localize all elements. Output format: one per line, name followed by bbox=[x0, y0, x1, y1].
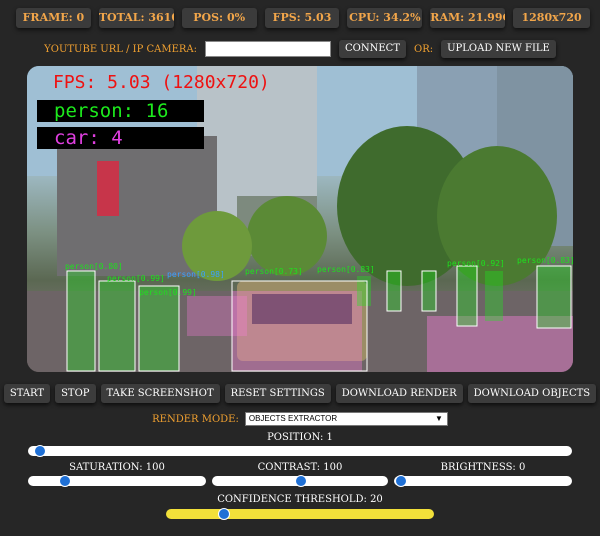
or-label: OR: bbox=[414, 43, 434, 55]
detection-label: person[0.83] bbox=[517, 256, 573, 265]
render-mode-row: RENDER MODE: OBJECTS EXTRACTOR ▼ bbox=[0, 412, 600, 426]
ram-stat: RAM: 21.99GB bbox=[430, 8, 506, 28]
render-mode-value: OBJECTS EXTRACTOR bbox=[248, 414, 338, 423]
detection-label: person[0.73] bbox=[245, 267, 303, 276]
render-mode-select[interactable]: OBJECTS EXTRACTOR ▼ bbox=[244, 412, 448, 426]
position-stat: POS: 0% bbox=[181, 8, 257, 28]
cpu-stat: CPU: 34.2% bbox=[347, 8, 423, 28]
confidence-slider-thumb[interactable] bbox=[218, 508, 231, 520]
resolution-stat: 1280x720 bbox=[513, 8, 590, 28]
render-mode-label: RENDER MODE: bbox=[152, 413, 239, 425]
url-label: YOUTUBE URL / IP CAMERA: bbox=[44, 43, 198, 55]
start-button[interactable]: START bbox=[3, 384, 51, 403]
contrast-slider[interactable] bbox=[212, 475, 388, 487]
confidence-label: CONFIDENCE THRESHOLD: 20 bbox=[217, 494, 383, 505]
frame-stat: FRAME: 0 bbox=[16, 8, 91, 28]
upload-file-button[interactable]: UPLOAD NEW FILE bbox=[441, 40, 556, 58]
fps-overlay: FPS: 5.03 (1280x720) bbox=[53, 72, 270, 93]
contrast-slider-thumb[interactable] bbox=[295, 475, 307, 487]
download-render-button[interactable]: DOWNLOAD RENDER bbox=[335, 384, 463, 403]
take-screenshot-button[interactable]: TAKE SCREENSHOT bbox=[100, 384, 220, 403]
detection-label: person[0.92] bbox=[447, 259, 505, 268]
total-stat: TOTAL: 36101 bbox=[98, 8, 174, 28]
position-slider-thumb[interactable] bbox=[34, 445, 47, 457]
video-canvas: FPS: 5.03 (1280x720) person: 16 car: 4 p… bbox=[27, 66, 573, 372]
position-slider[interactable] bbox=[28, 445, 572, 457]
brightness-label: BRIGHTNESS: 0 bbox=[440, 462, 526, 473]
detection-label: person[0.98] bbox=[167, 270, 225, 279]
reset-settings-button[interactable]: RESET SETTINGS bbox=[224, 384, 331, 403]
fps-stat: FPS: 5.03 bbox=[264, 8, 340, 28]
detection-label: person[0.99] bbox=[107, 274, 165, 283]
saturation-slider[interactable] bbox=[28, 475, 206, 487]
detection-label: person[0.99] bbox=[139, 288, 197, 297]
stats-bar: FRAME: 0 TOTAL: 36101 POS: 0% FPS: 5.03 … bbox=[16, 8, 590, 28]
detection-label: person[0.80] bbox=[65, 262, 123, 271]
stop-button[interactable]: STOP bbox=[55, 384, 96, 403]
url-input[interactable] bbox=[205, 41, 332, 57]
download-objects-button[interactable]: DOWNLOAD OBJECTS bbox=[467, 384, 597, 403]
chevron-down-icon: ▼ bbox=[434, 414, 443, 423]
source-row: YOUTUBE URL / IP CAMERA: CONNECT OR: UPL… bbox=[0, 40, 600, 58]
saturation-slider-thumb[interactable] bbox=[59, 475, 72, 487]
detection-label: person[0.83] bbox=[317, 265, 375, 274]
person-count-overlay: person: 16 bbox=[37, 100, 204, 122]
position-label: POSITION: 1 bbox=[267, 432, 333, 443]
contrast-label: CONTRAST: 100 bbox=[257, 462, 343, 473]
connect-button[interactable]: CONNECT bbox=[339, 40, 406, 58]
brightness-slider-thumb[interactable] bbox=[395, 475, 407, 487]
car-count-overlay: car: 4 bbox=[37, 127, 204, 149]
brightness-slider[interactable] bbox=[394, 475, 572, 487]
confidence-slider[interactable] bbox=[166, 508, 434, 520]
saturation-label: SATURATION: 100 bbox=[69, 462, 165, 473]
control-buttons: START STOP TAKE SCREENSHOT RESET SETTING… bbox=[0, 384, 600, 403]
